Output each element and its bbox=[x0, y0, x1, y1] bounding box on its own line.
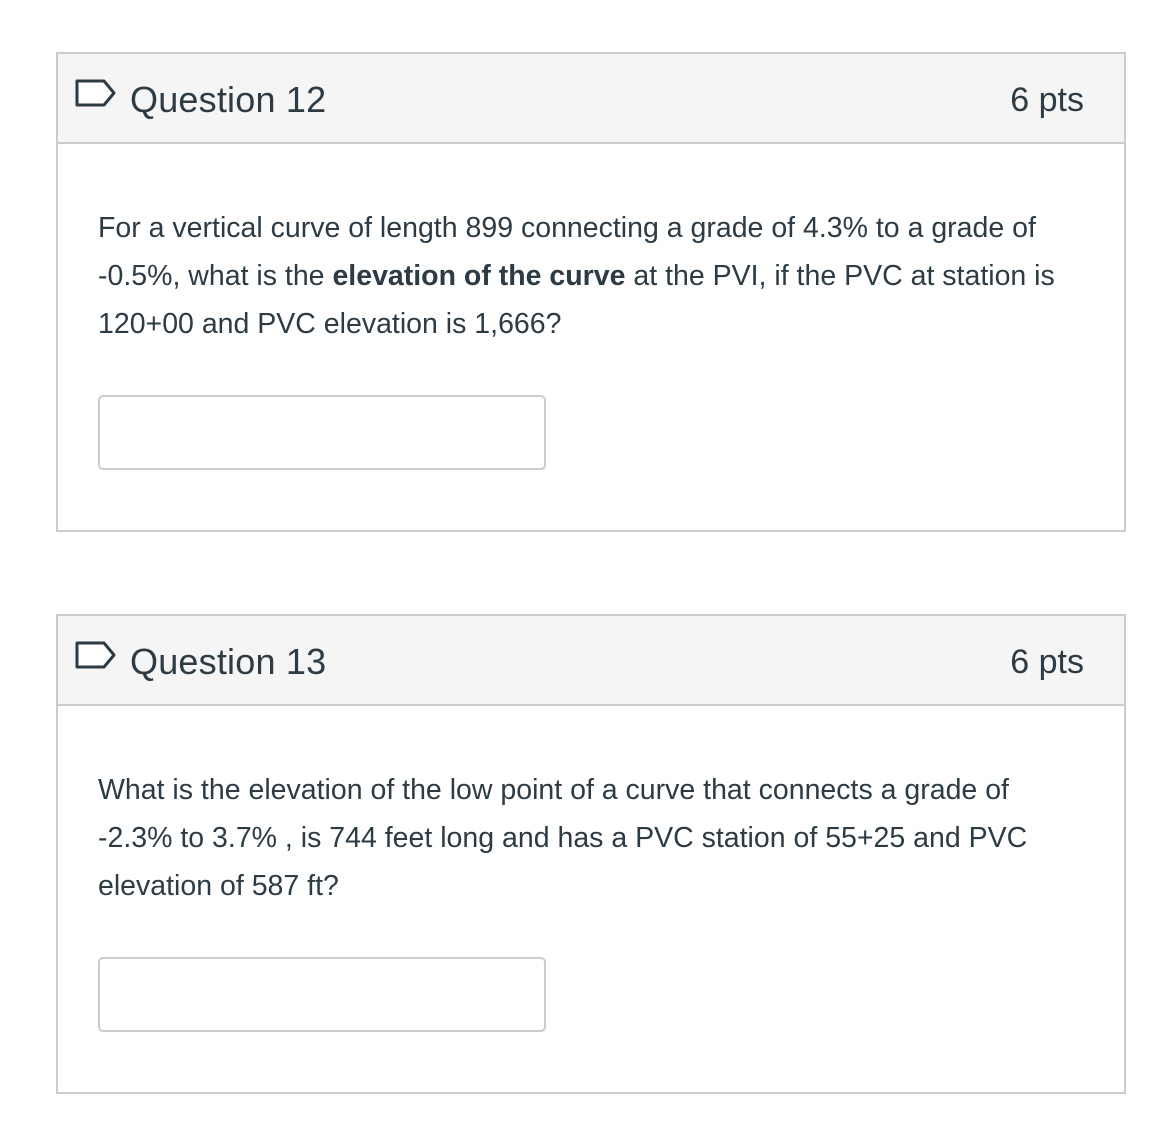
question-points: 6 pts bbox=[1010, 643, 1084, 681]
question-title: Question 12 bbox=[130, 79, 327, 120]
answer-input[interactable] bbox=[98, 957, 546, 1032]
answer-input[interactable] bbox=[98, 395, 546, 470]
question-13-card: Question 13 6 pts What is the elevation … bbox=[56, 614, 1126, 1094]
question-header: Question 13 6 pts bbox=[58, 616, 1124, 706]
question-header: Question 12 6 pts bbox=[58, 54, 1124, 144]
question-12-card: Question 12 6 pts For a vertical curve o… bbox=[56, 52, 1126, 532]
question-text: What is the elevation of the low point o… bbox=[98, 774, 1028, 902]
question-text: For a vertical curve of length 899 conne… bbox=[98, 204, 1088, 348]
flag-question-icon[interactable] bbox=[74, 78, 118, 108]
flag-question-icon[interactable] bbox=[74, 640, 118, 670]
question-points: 6 pts bbox=[1010, 81, 1084, 119]
question-title: Question 13 bbox=[130, 641, 327, 682]
question-text-emphasis: elevation of the curve bbox=[332, 260, 626, 292]
